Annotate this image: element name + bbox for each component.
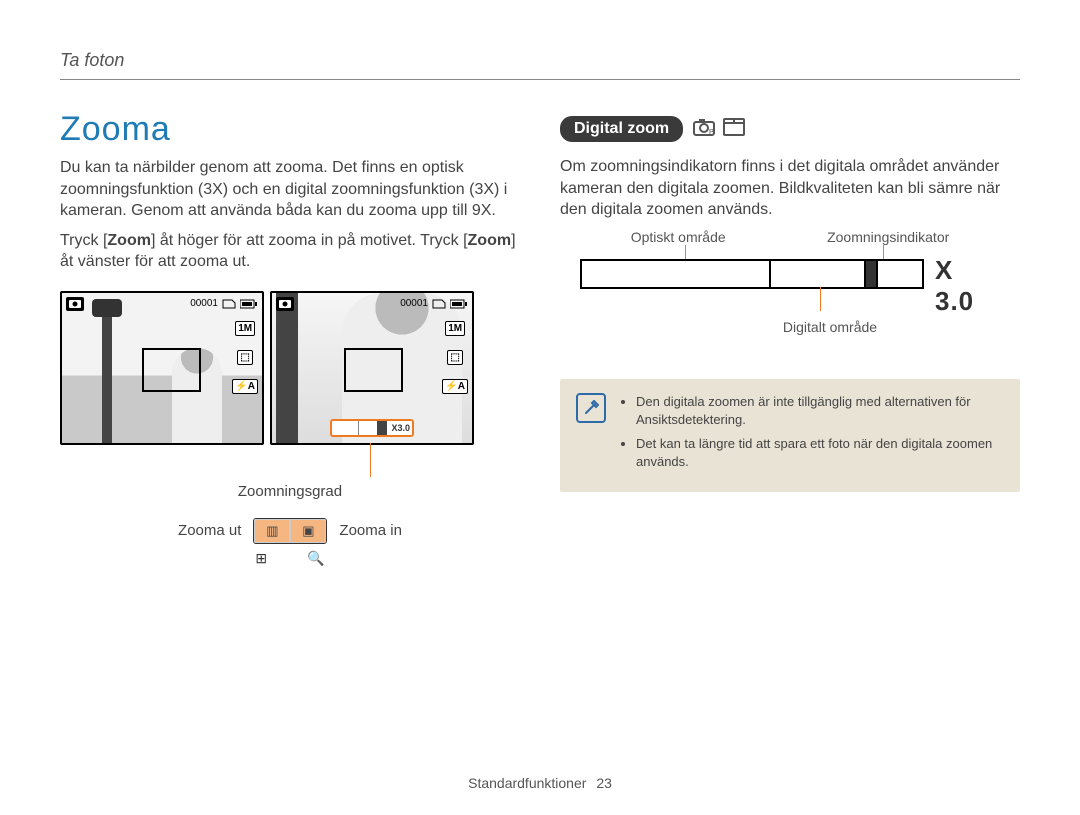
rocker-zoom-in: ▣ (290, 519, 326, 543)
zoom-in-icon: 🔍 (307, 550, 324, 567)
footer-section-label: Standardfunktioner (468, 775, 586, 791)
callout-leader (820, 287, 821, 311)
pill-digital-zoom: Digital zoom (560, 116, 683, 142)
lcd-quality-badge: ⬚ (237, 350, 252, 365)
zoom-indicator-marker (377, 421, 387, 435)
lcd-resolution-badge: 1M (445, 321, 465, 336)
svg-text:P: P (709, 129, 714, 136)
keyword-zoom-1: Zoom (107, 232, 151, 249)
lcd-counter: 00001 (190, 298, 218, 309)
rocker-zoom-out: ▥ (254, 519, 290, 543)
keyword-zoom-2: Zoom (468, 232, 512, 249)
section-heading-zooma: Zooma (60, 110, 520, 149)
zoom-level-bar: X3.0 (330, 419, 414, 437)
lcd-screens-row: 00001 1M ⬚ ⚡A (60, 291, 520, 445)
lcd-counter: 00001 (400, 298, 428, 309)
label-zoom-out: Zooma ut (178, 522, 241, 539)
zoom-out-icon: ⊞ (255, 550, 267, 567)
note-item-2: Det kan ta längre tid att spara ett foto… (636, 435, 1004, 471)
callout-leader (883, 245, 884, 259)
page-footer: Standardfunktioner 23 (0, 775, 1080, 791)
right-column: Digital zoom P Om zoomningsindikatorn fi… (560, 110, 1020, 567)
lcd-flash-badge: ⚡A (442, 379, 468, 394)
focus-box (344, 348, 403, 392)
scene-mode-icon (723, 118, 745, 141)
battery-icon (240, 299, 258, 309)
label-zoom-indicator: Zoomningsindikator (827, 229, 949, 245)
lcd-flash-badge: ⚡A (232, 379, 258, 394)
optical-range-segment (582, 261, 769, 287)
text: Tryck [ (60, 232, 107, 249)
callout-leader (685, 245, 686, 259)
paragraph-digital-zoom: Om zoomningsindikatorn finns i det digit… (560, 156, 1020, 221)
zoom-rocker: ▥ ▣ (253, 518, 327, 544)
camera-mode-icon: P (693, 118, 717, 141)
caption-zoom-grade: Zoomningsgrad (60, 483, 520, 500)
battery-icon (450, 299, 468, 309)
digital-range-segment (769, 261, 873, 287)
sd-card-icon (222, 299, 236, 309)
paragraph-zoom-instruction: Tryck [Zoom] åt höger för att zooma in p… (60, 230, 520, 273)
lcd-quality-badge: ⬚ (447, 350, 462, 365)
label-zoom-in: Zooma in (339, 522, 402, 539)
left-column: Zooma Du kan ta närbilder genom att zoom… (60, 110, 520, 567)
lcd-preview-zoomed: 00001 1M ⬚ ⚡A X3.0 (270, 291, 474, 445)
callout-leader (370, 443, 371, 477)
zoom-range-diagram: Optiskt område Zoomningsindikator X 3.0 … (560, 229, 1020, 359)
label-optical-range: Optiskt område (631, 229, 726, 245)
paragraph-zoom-intro: Du kan ta närbilder genom att zooma. Det… (60, 157, 520, 222)
note-box: Den digitala zoomen är inte tillgänglig … (560, 379, 1020, 492)
zoom-magnification-value: X 3.0 (935, 255, 1000, 317)
lcd-preview-wide: 00001 1M ⬚ ⚡A (60, 291, 264, 445)
camera-mode-icon (66, 297, 84, 311)
zoom-bar-value: X3.0 (391, 423, 410, 433)
text: ] åt höger för att zooma in på motivet. … (151, 232, 468, 249)
sd-card-icon (432, 299, 446, 309)
zoom-indicator-marker (864, 259, 878, 289)
lcd-resolution-badge: 1M (235, 321, 255, 336)
note-icon (576, 393, 606, 423)
note-item-1: Den digitala zoomen är inte tillgänglig … (636, 393, 1004, 429)
camera-mode-icon (276, 297, 294, 311)
label-digital-range: Digitalt område (660, 319, 1000, 335)
footer-page-number: 23 (596, 775, 612, 791)
running-head: Ta foton (60, 50, 1020, 80)
zoom-rocker-row: Zooma ut ▥ ▣ Zooma in (60, 518, 520, 544)
focus-box (142, 348, 201, 392)
